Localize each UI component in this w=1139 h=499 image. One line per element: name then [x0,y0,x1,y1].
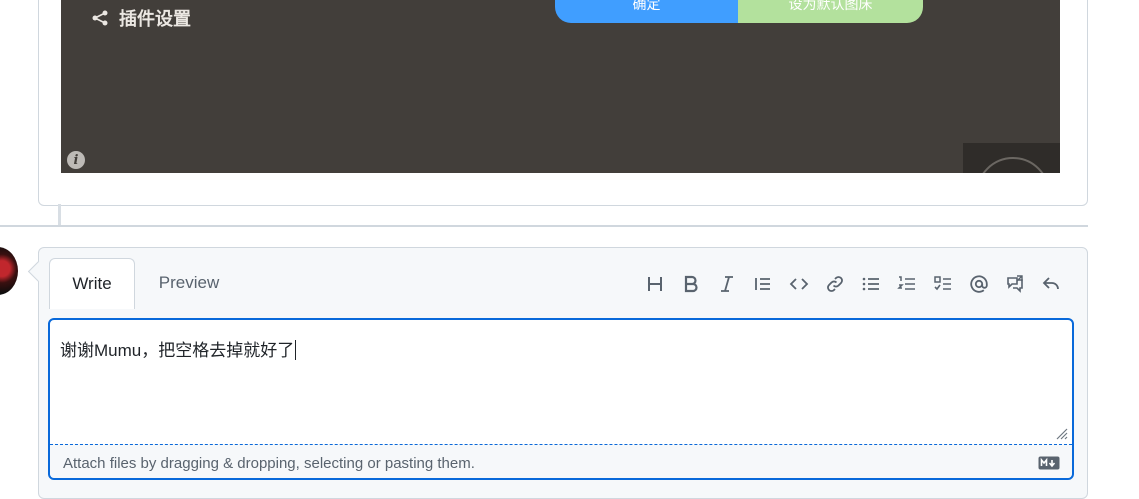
bold-button[interactable] [673,268,709,300]
timeline-divider [0,225,1088,227]
mention-button[interactable] [961,268,997,300]
embedded-screenshot: 插件设置 确定 设为默认图床 i [61,0,1060,173]
italic-button[interactable] [709,268,745,300]
heading-icon [648,277,662,291]
task-list-button[interactable] [925,268,961,300]
screenshot-button-group: 确定 设为默认图床 [555,0,923,23]
share-icon [92,10,108,26]
cross-reference-icon [1007,275,1023,293]
quote-button[interactable] [745,268,781,300]
link-icon [827,276,843,292]
attach-hint: Attach files by dragging & dropping, sel… [63,455,475,472]
plugin-settings-label: 插件设置 [119,9,191,29]
heading-button[interactable] [637,268,673,300]
plugin-settings-row: 插件设置 [91,5,191,31]
task-list-icon [934,276,951,291]
mention-icon [970,275,988,293]
set-default-button: 设为默认图床 [738,0,923,23]
comment-text-value: 谢谢Mumu，把空格去掉就好了 [60,341,295,360]
code-icon [789,278,809,290]
link-button[interactable] [817,268,853,300]
saved-replies-icon [1042,277,1059,290]
bold-icon [684,275,698,293]
comment-textarea[interactable]: 谢谢Mumu，把空格去掉就好了 Attach files by dragging… [48,318,1074,480]
code-button[interactable] [781,268,817,300]
ordered-list-button[interactable] [889,268,925,300]
comment-text: 谢谢Mumu，把空格去掉就好了 [60,336,297,361]
attach-files-bar[interactable]: Attach files by dragging & dropping, sel… [50,444,1072,478]
quote-icon [755,278,770,290]
cross-reference-button[interactable] [997,268,1033,300]
confirm-button: 确定 [555,0,738,23]
comment-card: 插件设置 确定 设为默认图床 i [38,0,1088,206]
unordered-list-button[interactable] [853,268,889,300]
markdown-icon[interactable] [1038,456,1060,470]
avatar[interactable] [0,247,18,295]
italic-icon [721,276,733,292]
tab-preview[interactable]: Preview [147,258,231,308]
comment-editor: Write Preview 谢谢Mumu，把空格去掉就好了 Attach fil… [38,247,1088,499]
text-caret [295,340,297,360]
ordered-list-icon [897,276,915,290]
timeline-connector [58,204,61,226]
saved-replies-button[interactable] [1033,268,1069,300]
info-icon: i [67,151,85,169]
unordered-list-icon [862,277,879,291]
tab-write[interactable]: Write [49,258,135,309]
markdown-toolbar [637,268,1069,300]
resize-handle-icon[interactable] [1052,424,1068,440]
